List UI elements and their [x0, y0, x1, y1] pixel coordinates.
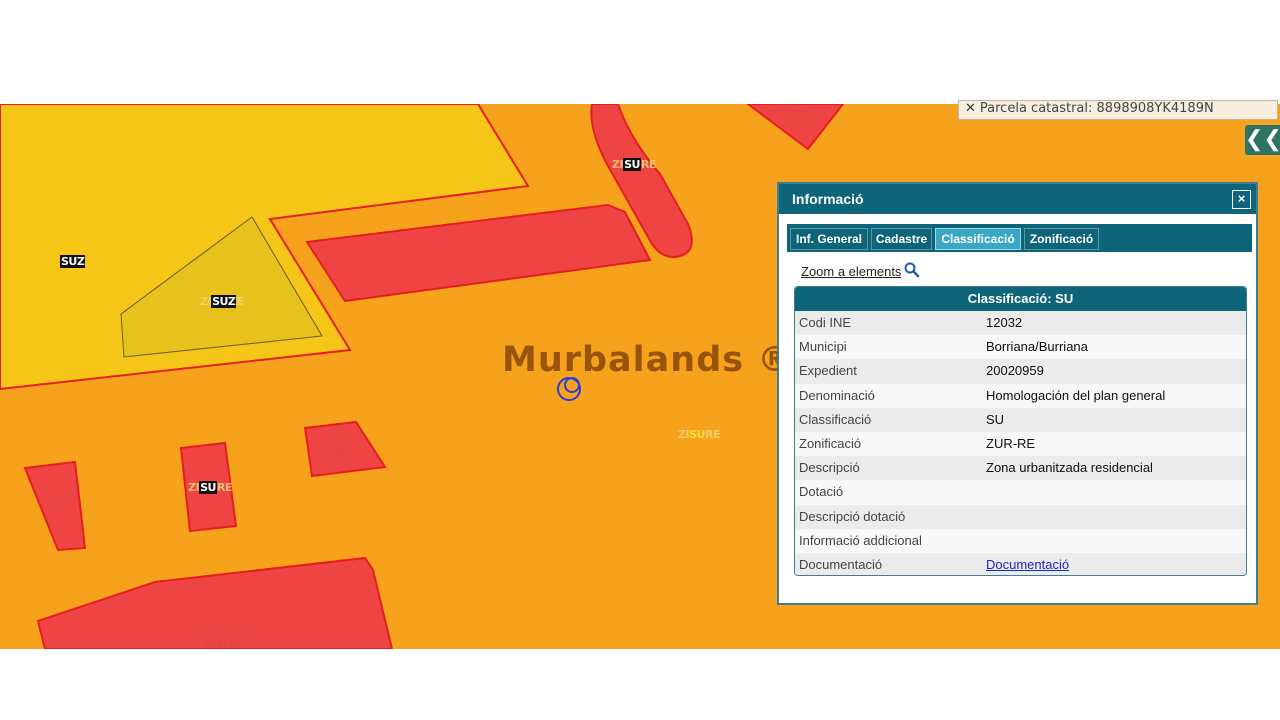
zone-label-zsure-mid: ZISURE — [678, 428, 720, 441]
zone-label-zsure-top: ZISURE — [612, 158, 656, 171]
table-row: Descripció Zona urbanitzada residencial — [795, 456, 1246, 481]
row-value: Zona urbanitzada residencial — [986, 460, 1153, 476]
table-row: Informació addicional — [795, 528, 1246, 553]
tab-inf-general[interactable]: Inf. General — [790, 228, 868, 250]
row-value: SU — [986, 411, 1005, 427]
table-row: Zonificació ZUR-RE — [795, 431, 1246, 457]
zone-red-block-1 — [305, 203, 652, 303]
cadastre-parcel-bar: ✕ Parcela catastral: 8898908YK4189N — [958, 100, 1278, 120]
classification-header: Classificació: SU — [795, 287, 1246, 311]
table-row: Dotació — [795, 480, 1246, 505]
info-panel-header: Informació × — [779, 184, 1256, 214]
zone-label-sv-2: SV — [333, 444, 347, 457]
row-label: Codi INE — [799, 315, 852, 330]
documentation-link[interactable]: Documentació — [986, 553, 1069, 575]
row-value: ZUR-RE — [986, 435, 1036, 451]
zone-label-top: SU(LE) — [772, 104, 806, 114]
table-row: Denominació Homologación del plan general — [795, 383, 1246, 408]
search-icon — [904, 262, 920, 278]
close-icon[interactable]: × — [1232, 190, 1251, 209]
info-panel-title: Informació — [792, 191, 864, 207]
row-value: 20020959 — [986, 363, 1044, 379]
close-icon[interactable]: ✕ — [965, 101, 976, 116]
row-value: 12032 — [986, 315, 1023, 330]
zone-label-zsure-left: ZISURE — [188, 481, 232, 494]
zoom-link-label: Zoom a elements — [801, 264, 902, 279]
row-label: Dotació — [799, 484, 844, 500]
tab-classificacio[interactable]: Classificació — [935, 228, 1021, 250]
table-row: Codi INE 12032 — [795, 311, 1246, 336]
zone-red-bottom — [36, 556, 394, 649]
classification-rows: Codi INE 12032 Municipi Borriana/Burriana … — [795, 311, 1246, 575]
parcel-text: Parcela catastral: 8898908YK4189N — [979, 101, 1214, 116]
row-label: Municipi — [799, 339, 847, 355]
classification-table: Classificació: SU Codi INE 12032 Municipi… — [794, 286, 1247, 576]
row-label: Denominació — [799, 387, 875, 403]
info-panel: Informació × Inf. General Cadastre Class… — [777, 182, 1258, 605]
tab-zonificacio[interactable]: Zonificació — [1024, 228, 1099, 250]
row-label: Zonificació — [799, 435, 862, 451]
table-row: Expedient 20020959 — [795, 359, 1246, 384]
table-row: Classificació SU — [795, 407, 1246, 432]
row-label: Documentació — [799, 556, 883, 572]
zone-label-suz: SUZ — [60, 255, 86, 268]
table-row: Descripció dotació — [795, 504, 1246, 529]
table-row: Municipi Borriana/Burriana — [795, 335, 1246, 360]
row-label: Descripció dotació — [799, 508, 906, 524]
zone-label-zsuze: ZISUZE — [200, 295, 244, 308]
collapse-panel-button[interactable]: ❮❮ — [1245, 125, 1280, 155]
zone-label-bottom: SOR-NE — [205, 637, 245, 649]
info-tabs: Inf. General Cadastre Classificació Zoni… — [787, 224, 1252, 252]
row-label: Expedient — [799, 363, 857, 379]
row-label: Informació addicional — [799, 532, 922, 548]
row-label: Descripció — [799, 460, 860, 476]
tab-cadastre[interactable]: Cadastre — [871, 228, 932, 250]
zoom-to-elements-link[interactable]: Zoom a elements — [801, 262, 921, 279]
table-row: Documentació Documentació — [795, 552, 1246, 575]
row-label: Classificació — [799, 411, 872, 427]
zone-label-sv-1: SV — [50, 497, 64, 510]
row-value: Borriana/Burriana — [986, 339, 1088, 355]
watermark: Murbalands ® — [502, 340, 794, 380]
row-value: Homologación del plan general — [986, 387, 1166, 403]
location-marker-inner — [564, 377, 580, 393]
